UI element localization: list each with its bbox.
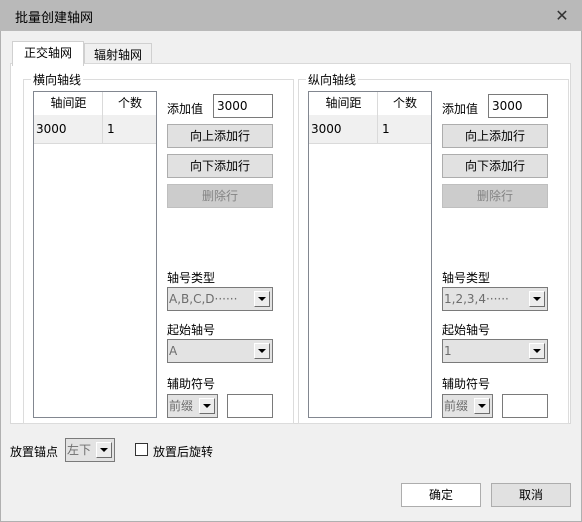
column-divider (377, 92, 378, 144)
axis-type-label: 轴号类型 (167, 271, 216, 285)
tab-label: 辐射轴网 (93, 48, 142, 62)
delete-row-button[interactable]: 删除行 (442, 184, 548, 208)
axis-type-dropdown[interactable]: A,B,C,D······ (167, 287, 273, 311)
table-row[interactable]: 3000 1 (309, 115, 431, 144)
tab-page: 横向轴线 轴间距 个数 3000 1 添加值 3000 向上添加行 向下添加行 … (10, 63, 571, 424)
column-header[interactable]: 个数 (378, 92, 432, 115)
rotate-after-place-checkbox[interactable] (135, 443, 148, 456)
anchor-label: 放置锚点 (10, 445, 59, 459)
aux-symbol-input[interactable] (502, 394, 548, 418)
cell-count[interactable]: 1 (103, 115, 157, 143)
start-axis-dropdown[interactable]: A (167, 339, 273, 363)
tab-orthogonal-grid[interactable]: 正交轴网 (12, 41, 84, 66)
aux-symbol-type-dropdown[interactable]: 前缀 (167, 394, 218, 418)
group-title: 纵向轴线 (306, 71, 359, 88)
anchor-value: 左下 (67, 443, 92, 457)
axis-type-dropdown[interactable]: 1,2,3,4······ (442, 287, 548, 311)
chevron-down-icon[interactable] (529, 291, 545, 307)
aux-symbol-label: 辅助符号 (442, 377, 491, 391)
rotate-after-place-label[interactable]: 放置后旋转 (153, 443, 213, 460)
chevron-down-icon[interactable] (199, 398, 215, 414)
group-title: 横向轴线 (31, 71, 84, 88)
add-value-input[interactable]: 3000 (488, 94, 548, 118)
table-header: 轴间距 个数 (34, 92, 156, 115)
axis-type-label: 轴号类型 (442, 271, 491, 285)
column-header[interactable]: 轴间距 (34, 92, 103, 115)
cell-spacing[interactable]: 3000 (309, 115, 378, 143)
add-value-label: 添加值 (442, 102, 479, 116)
add-row-below-button[interactable]: 向下添加行 (167, 154, 273, 178)
axis-type-value: 1,2,3,4······ (444, 292, 509, 306)
anchor-dropdown[interactable]: 左下 (65, 438, 115, 462)
add-value-input[interactable]: 3000 (213, 94, 273, 118)
start-axis-label: 起始轴号 (442, 323, 491, 337)
ok-button[interactable]: 确定 (401, 483, 481, 507)
aux-symbol-type-dropdown[interactable]: 前缀 (442, 394, 493, 418)
cell-count[interactable]: 1 (378, 115, 432, 143)
column-header[interactable]: 轴间距 (309, 92, 378, 115)
column-header[interactable]: 个数 (103, 92, 157, 115)
chevron-down-icon[interactable] (529, 343, 545, 359)
start-axis-value: A (169, 344, 178, 358)
aux-symbol-label: 辅助符号 (167, 377, 216, 391)
column-divider (102, 92, 103, 144)
start-axis-dropdown[interactable]: 1 (442, 339, 548, 363)
horizontal-axis-table[interactable]: 轴间距 个数 3000 1 (33, 91, 157, 418)
axis-type-value: A,B,C,D······ (169, 292, 238, 306)
add-row-above-button[interactable]: 向上添加行 (442, 124, 548, 148)
title-bar: 批量创建轴网 ✕ (0, 0, 582, 31)
table-header: 轴间距 个数 (309, 92, 431, 115)
chevron-down-icon[interactable] (96, 442, 112, 458)
start-axis-value: 1 (444, 344, 452, 358)
chevron-down-icon[interactable] (254, 343, 270, 359)
aux-symbol-type-value: 前缀 (444, 399, 469, 413)
add-value-label: 添加值 (167, 102, 204, 116)
vertical-axis-table[interactable]: 轴间距 个数 3000 1 (308, 91, 432, 418)
chevron-down-icon[interactable] (254, 291, 270, 307)
window-title: 批量创建轴网 (15, 11, 94, 26)
delete-row-button[interactable]: 删除行 (167, 184, 273, 208)
aux-symbol-type-value: 前缀 (169, 399, 194, 413)
chevron-down-icon[interactable] (474, 398, 490, 414)
cancel-button[interactable]: 取消 (491, 483, 571, 507)
start-axis-label: 起始轴号 (167, 323, 216, 337)
aux-symbol-input[interactable] (227, 394, 273, 418)
cell-spacing[interactable]: 3000 (34, 115, 103, 143)
tab-label: 正交轴网 (23, 46, 72, 60)
add-row-below-button[interactable]: 向下添加行 (442, 154, 548, 178)
add-row-above-button[interactable]: 向上添加行 (167, 124, 273, 148)
close-icon[interactable]: ✕ (552, 6, 572, 26)
table-row[interactable]: 3000 1 (34, 115, 156, 144)
